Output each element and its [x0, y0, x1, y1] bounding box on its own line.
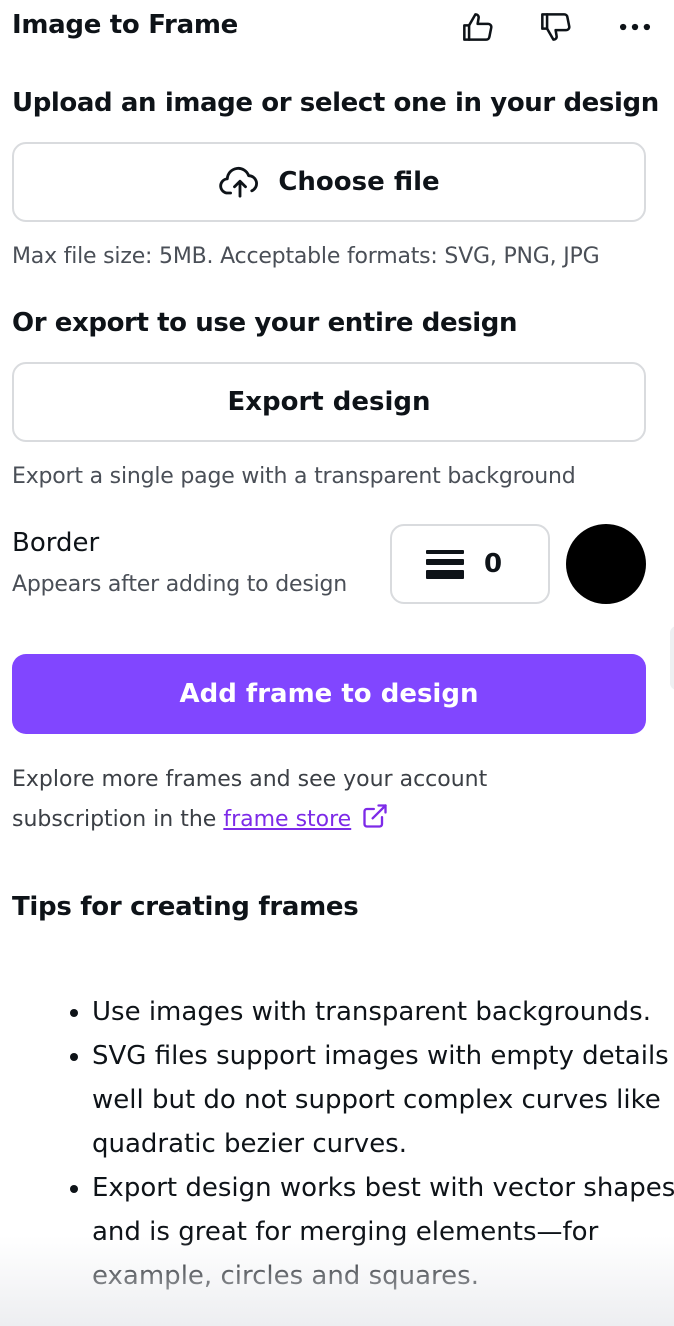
app-panel: Image to Frame Upload an image or select… [0, 0, 674, 1326]
tip-item: SVG files support images with empty deta… [92, 1034, 674, 1166]
explore-line-1: Explore more frames and see your account [12, 767, 488, 792]
export-heading: Or export to use your entire design [12, 308, 518, 338]
border-weight-icon [426, 549, 464, 579]
thumbs-up-icon[interactable] [456, 6, 498, 48]
cloud-upload-icon [218, 164, 262, 200]
panel-title: Image to Frame [12, 10, 238, 40]
upload-heading: Upload an image or select one in your de… [12, 88, 659, 118]
external-link-icon[interactable] [361, 802, 389, 844]
border-label: Border [12, 528, 100, 558]
choose-file-label: Choose file [278, 167, 440, 197]
choose-file-button[interactable]: Choose file [12, 142, 646, 222]
thumbs-down-icon[interactable] [534, 6, 576, 48]
tips-list: Use images with transparent backgrounds.… [60, 990, 674, 1298]
explore-text: Explore more frames and see your account… [12, 760, 632, 844]
export-design-button[interactable]: Export design [12, 362, 646, 442]
more-icon[interactable] [614, 6, 656, 48]
export-help-text: Export a single page with a transparent … [12, 464, 576, 489]
frame-store-link[interactable]: frame store [223, 807, 351, 832]
add-frame-label: Add frame to design [179, 679, 479, 709]
add-frame-to-design-button[interactable]: Add frame to design [12, 654, 646, 734]
upload-help-text: Max file size: 5MB. Acceptable formats: … [12, 244, 600, 269]
tip-item: Export design works best with vector sha… [92, 1166, 674, 1298]
border-sublabel: Appears after adding to design [12, 572, 348, 597]
export-design-label: Export design [227, 387, 431, 417]
explore-line-2-prefix: subscription in the [12, 807, 224, 832]
explore-line-2: subscription in the frame store [12, 800, 632, 844]
side-panel-handle[interactable] [670, 626, 674, 690]
border-color-swatch[interactable] [566, 524, 646, 604]
tip-item: Use images with transparent backgrounds. [92, 990, 674, 1034]
tips-heading: Tips for creating frames [12, 892, 359, 922]
border-width-input[interactable]: 0 [390, 524, 550, 604]
border-width-value: 0 [484, 549, 503, 579]
